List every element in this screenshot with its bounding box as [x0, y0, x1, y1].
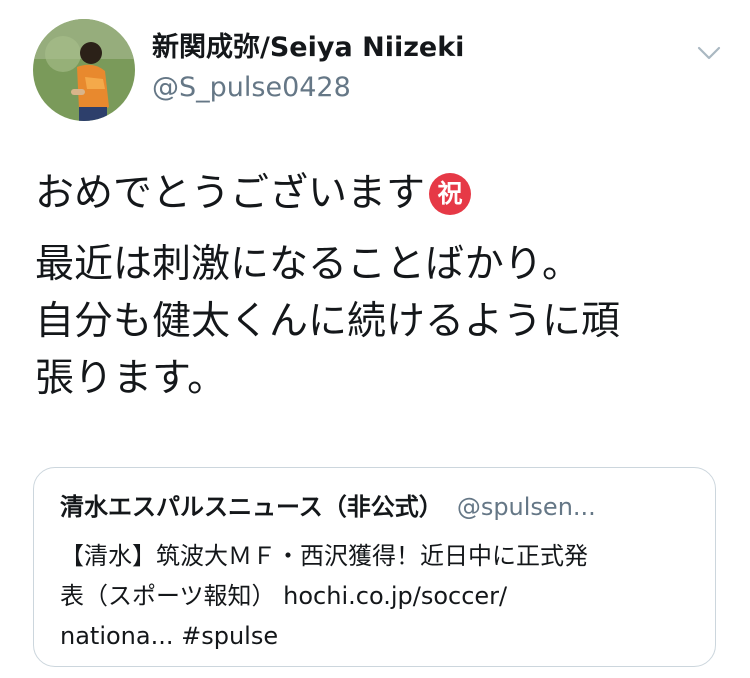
profile-photo — [33, 19, 135, 121]
author-display-name[interactable]: 新関成弥/Seiya Niizeki — [152, 30, 464, 66]
tweet-line: おめでとうございます祝 — [35, 165, 715, 222]
quoted-tweet-author-name: 清水エスパルスニュース（非公式） — [60, 493, 443, 521]
congratulations-emoji: 祝 — [429, 173, 472, 215]
quoted-tweet-line: nationa... #spulse — [60, 622, 279, 650]
tweet-line: 自分も健太くんに続けるように頑 — [35, 299, 621, 344]
quoted-tweet-line: 表（スポーツ報知） hochi.co.jp/soccer/ — [60, 582, 508, 610]
tweet-line: 最近は刺激になることばかり。 — [35, 242, 582, 287]
tweet-line: 張ります。 — [35, 356, 227, 401]
quoted-tweet-header: 清水エスパルスニュース（非公式） @spulsen... — [60, 490, 700, 524]
quoted-tweet-author-handle: @spulsen... — [456, 493, 596, 521]
chevron-down-icon[interactable] — [694, 38, 724, 68]
quoted-tweet-body: 【清水】筑波大ＭＦ・西沢獲得！近日中に正式発 表（スポーツ報知） hochi.c… — [60, 536, 700, 656]
tweet-text: おめでとうございます祝 最近は刺激になることばかり。 自分も健太くんに続けるよう… — [35, 165, 715, 407]
author-handle[interactable]: @S_pulse0428 — [152, 70, 351, 106]
avatar[interactable] — [33, 19, 135, 121]
quoted-tweet-line: 【清水】筑波大ＭＦ・西沢獲得！近日中に正式発 — [60, 542, 588, 570]
quoted-tweet-card[interactable]: 清水エスパルスニュース（非公式） @spulsen... 【清水】筑波大ＭＦ・西沢… — [33, 467, 716, 667]
